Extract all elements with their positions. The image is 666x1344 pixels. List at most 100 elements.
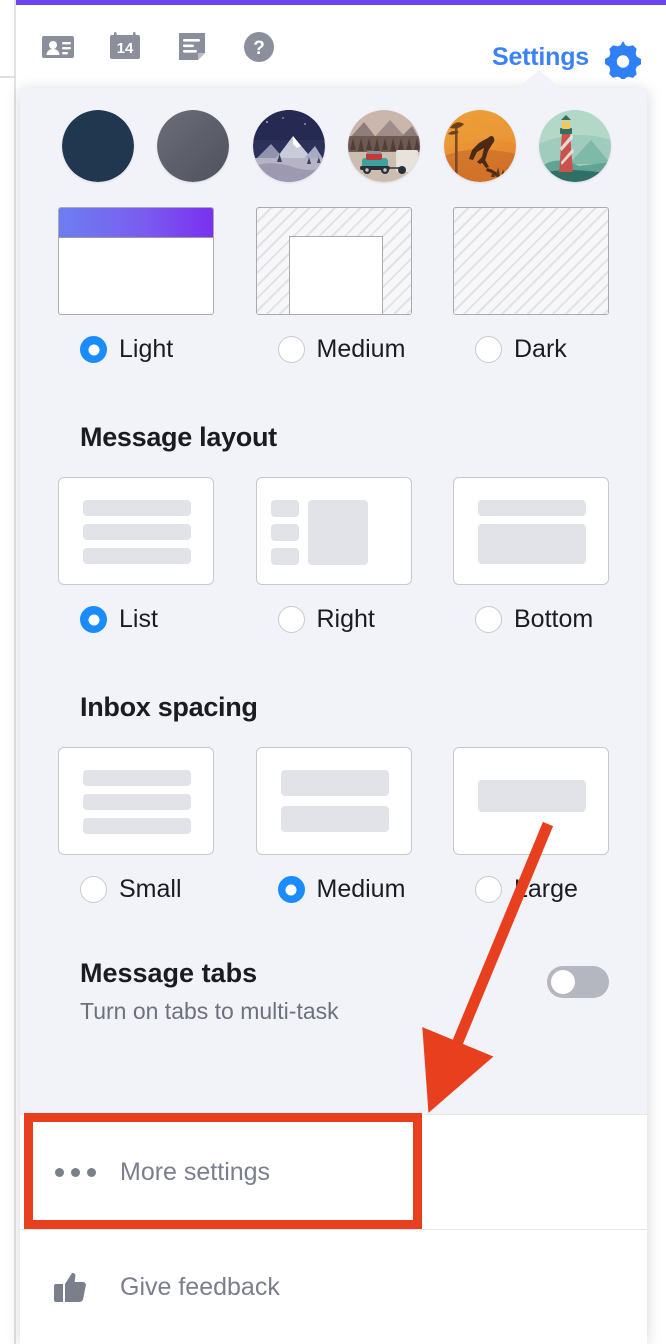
calendar-icon[interactable]: 14 xyxy=(107,29,143,65)
appearance-option-light[interactable] xyxy=(58,207,214,315)
section-title-inbox-spacing: Inbox spacing xyxy=(80,692,258,722)
layout-option-list[interactable] xyxy=(58,477,214,585)
appearance-option-medium[interactable] xyxy=(255,207,412,315)
radio-dot[interactable] xyxy=(475,336,502,363)
theme-circle-row xyxy=(20,88,647,182)
preview-bar xyxy=(83,524,191,540)
radio-layout-right[interactable]: Right xyxy=(256,605,412,634)
message-tabs-toggle[interactable] xyxy=(547,966,609,998)
ellipsis-icon xyxy=(52,1167,96,1177)
radio-layout-list[interactable]: List xyxy=(58,605,214,634)
appearance-preview-row xyxy=(20,182,647,315)
preview-bar xyxy=(83,548,191,564)
radio-appearance-medium[interactable]: Medium xyxy=(256,335,412,364)
message-tabs-row: Message tabs Turn on tabs to multi-task xyxy=(20,958,647,1025)
preview-bar xyxy=(83,818,191,834)
radio-dot[interactable] xyxy=(475,876,502,903)
radio-spacing-large[interactable]: Large xyxy=(453,875,609,904)
inbox-spacing-preview-row xyxy=(20,723,647,855)
radio-dot[interactable] xyxy=(80,336,107,363)
message-layout-preview-row xyxy=(20,453,647,585)
give-feedback-label: Give feedback xyxy=(120,1272,280,1301)
panel-footer: More settings Give feedback xyxy=(20,1114,647,1344)
header-icon-group: 14 ? xyxy=(40,29,277,65)
preview-bar xyxy=(270,500,299,517)
layout-preview-bottom[interactable] xyxy=(453,477,609,585)
preview-bar xyxy=(83,500,191,516)
radio-label: Medium xyxy=(316,335,406,363)
settings-dropdown-panel: Light Medium Dark Message layout List Ri… xyxy=(20,88,647,1344)
radio-layout-bottom[interactable]: Bottom xyxy=(453,605,609,634)
radio-dot[interactable] xyxy=(277,336,305,363)
message-tabs-subtitle: Turn on tabs to multi-task xyxy=(80,998,339,1024)
radio-label: Medium xyxy=(316,875,406,903)
preview-bar xyxy=(478,780,586,812)
theme-dark-navy[interactable] xyxy=(62,110,134,182)
window-rail-tick xyxy=(0,76,16,78)
radio-label: Bottom xyxy=(514,605,594,633)
appearance-preview-dark[interactable] xyxy=(453,207,609,315)
radio-dot[interactable] xyxy=(80,606,107,633)
more-settings-row[interactable]: More settings xyxy=(20,1114,647,1229)
theme-kangaroo-sunset[interactable] xyxy=(443,110,516,182)
section-title-message-layout: Message layout xyxy=(80,422,277,452)
radio-appearance-dark[interactable]: Dark xyxy=(453,335,609,364)
give-feedback-row[interactable]: Give feedback xyxy=(20,1229,647,1344)
spacing-option-small[interactable] xyxy=(58,747,214,855)
inbox-spacing-radio-row: Small Medium Large xyxy=(20,875,647,904)
help-icon[interactable]: ? xyxy=(241,29,277,65)
appearance-preview-medium[interactable] xyxy=(255,207,412,315)
preview-bar xyxy=(478,500,586,516)
radio-label: Dark xyxy=(514,335,567,363)
thumbs-up-icon xyxy=(52,1270,96,1304)
notes-icon[interactable] xyxy=(174,29,210,65)
radio-dot[interactable] xyxy=(475,606,502,633)
theme-grey[interactable] xyxy=(157,110,230,182)
radio-label: Light xyxy=(119,335,174,363)
app-header: 14 ? Settings xyxy=(16,5,666,87)
calendar-day-number: 14 xyxy=(117,40,134,57)
radio-dot[interactable] xyxy=(277,876,305,903)
radio-appearance-light[interactable]: Light xyxy=(58,335,214,364)
preview-titlebar-gradient xyxy=(59,208,213,238)
appearance-radio-row: Light Medium Dark xyxy=(20,335,647,364)
radio-dot[interactable] xyxy=(277,606,305,633)
layout-preview-right[interactable] xyxy=(255,477,412,585)
layout-option-bottom[interactable] xyxy=(453,477,609,585)
layout-preview-list[interactable] xyxy=(58,477,214,585)
preview-panel xyxy=(307,500,368,565)
theme-mountain-night[interactable] xyxy=(252,110,325,182)
radio-label: Large xyxy=(514,875,578,903)
preview-bar xyxy=(83,770,191,786)
message-layout-radio-row: List Right Bottom xyxy=(20,605,647,634)
radio-spacing-small[interactable]: Small xyxy=(58,875,214,904)
appearance-preview-light[interactable] xyxy=(58,207,214,315)
preview-bar xyxy=(280,770,389,796)
settings-label[interactable]: Settings xyxy=(492,43,589,72)
radio-label: Right xyxy=(316,605,375,633)
spacing-option-large[interactable] xyxy=(453,747,609,855)
preview-bar xyxy=(280,806,389,832)
radio-label: Small xyxy=(119,875,182,903)
preview-inner-panel xyxy=(288,236,383,314)
theme-lighthouse[interactable] xyxy=(538,110,611,182)
spacing-preview-large[interactable] xyxy=(453,747,609,855)
preview-hatch xyxy=(454,208,608,314)
preview-bar xyxy=(270,548,299,565)
window-left-rail xyxy=(14,0,16,1344)
appearance-option-dark[interactable] xyxy=(453,207,609,315)
theme-road-trip[interactable] xyxy=(348,110,421,182)
contact-card-icon[interactable] xyxy=(40,29,76,65)
preview-panel xyxy=(478,524,586,564)
gear-icon[interactable] xyxy=(604,41,642,84)
radio-dot[interactable] xyxy=(80,876,107,903)
layout-option-right[interactable] xyxy=(255,477,412,585)
spacing-preview-small[interactable] xyxy=(58,747,214,855)
message-tabs-text: Message tabs Turn on tabs to multi-task xyxy=(80,958,339,1025)
radio-label: List xyxy=(119,605,158,633)
spacing-preview-medium[interactable] xyxy=(255,747,412,855)
radio-spacing-medium[interactable]: Medium xyxy=(256,875,412,904)
spacing-option-medium[interactable] xyxy=(255,747,412,855)
screenshot-root: 14 ? Settings Light Medium Dark Message … xyxy=(0,0,666,1344)
dropdown-caret xyxy=(516,70,562,90)
